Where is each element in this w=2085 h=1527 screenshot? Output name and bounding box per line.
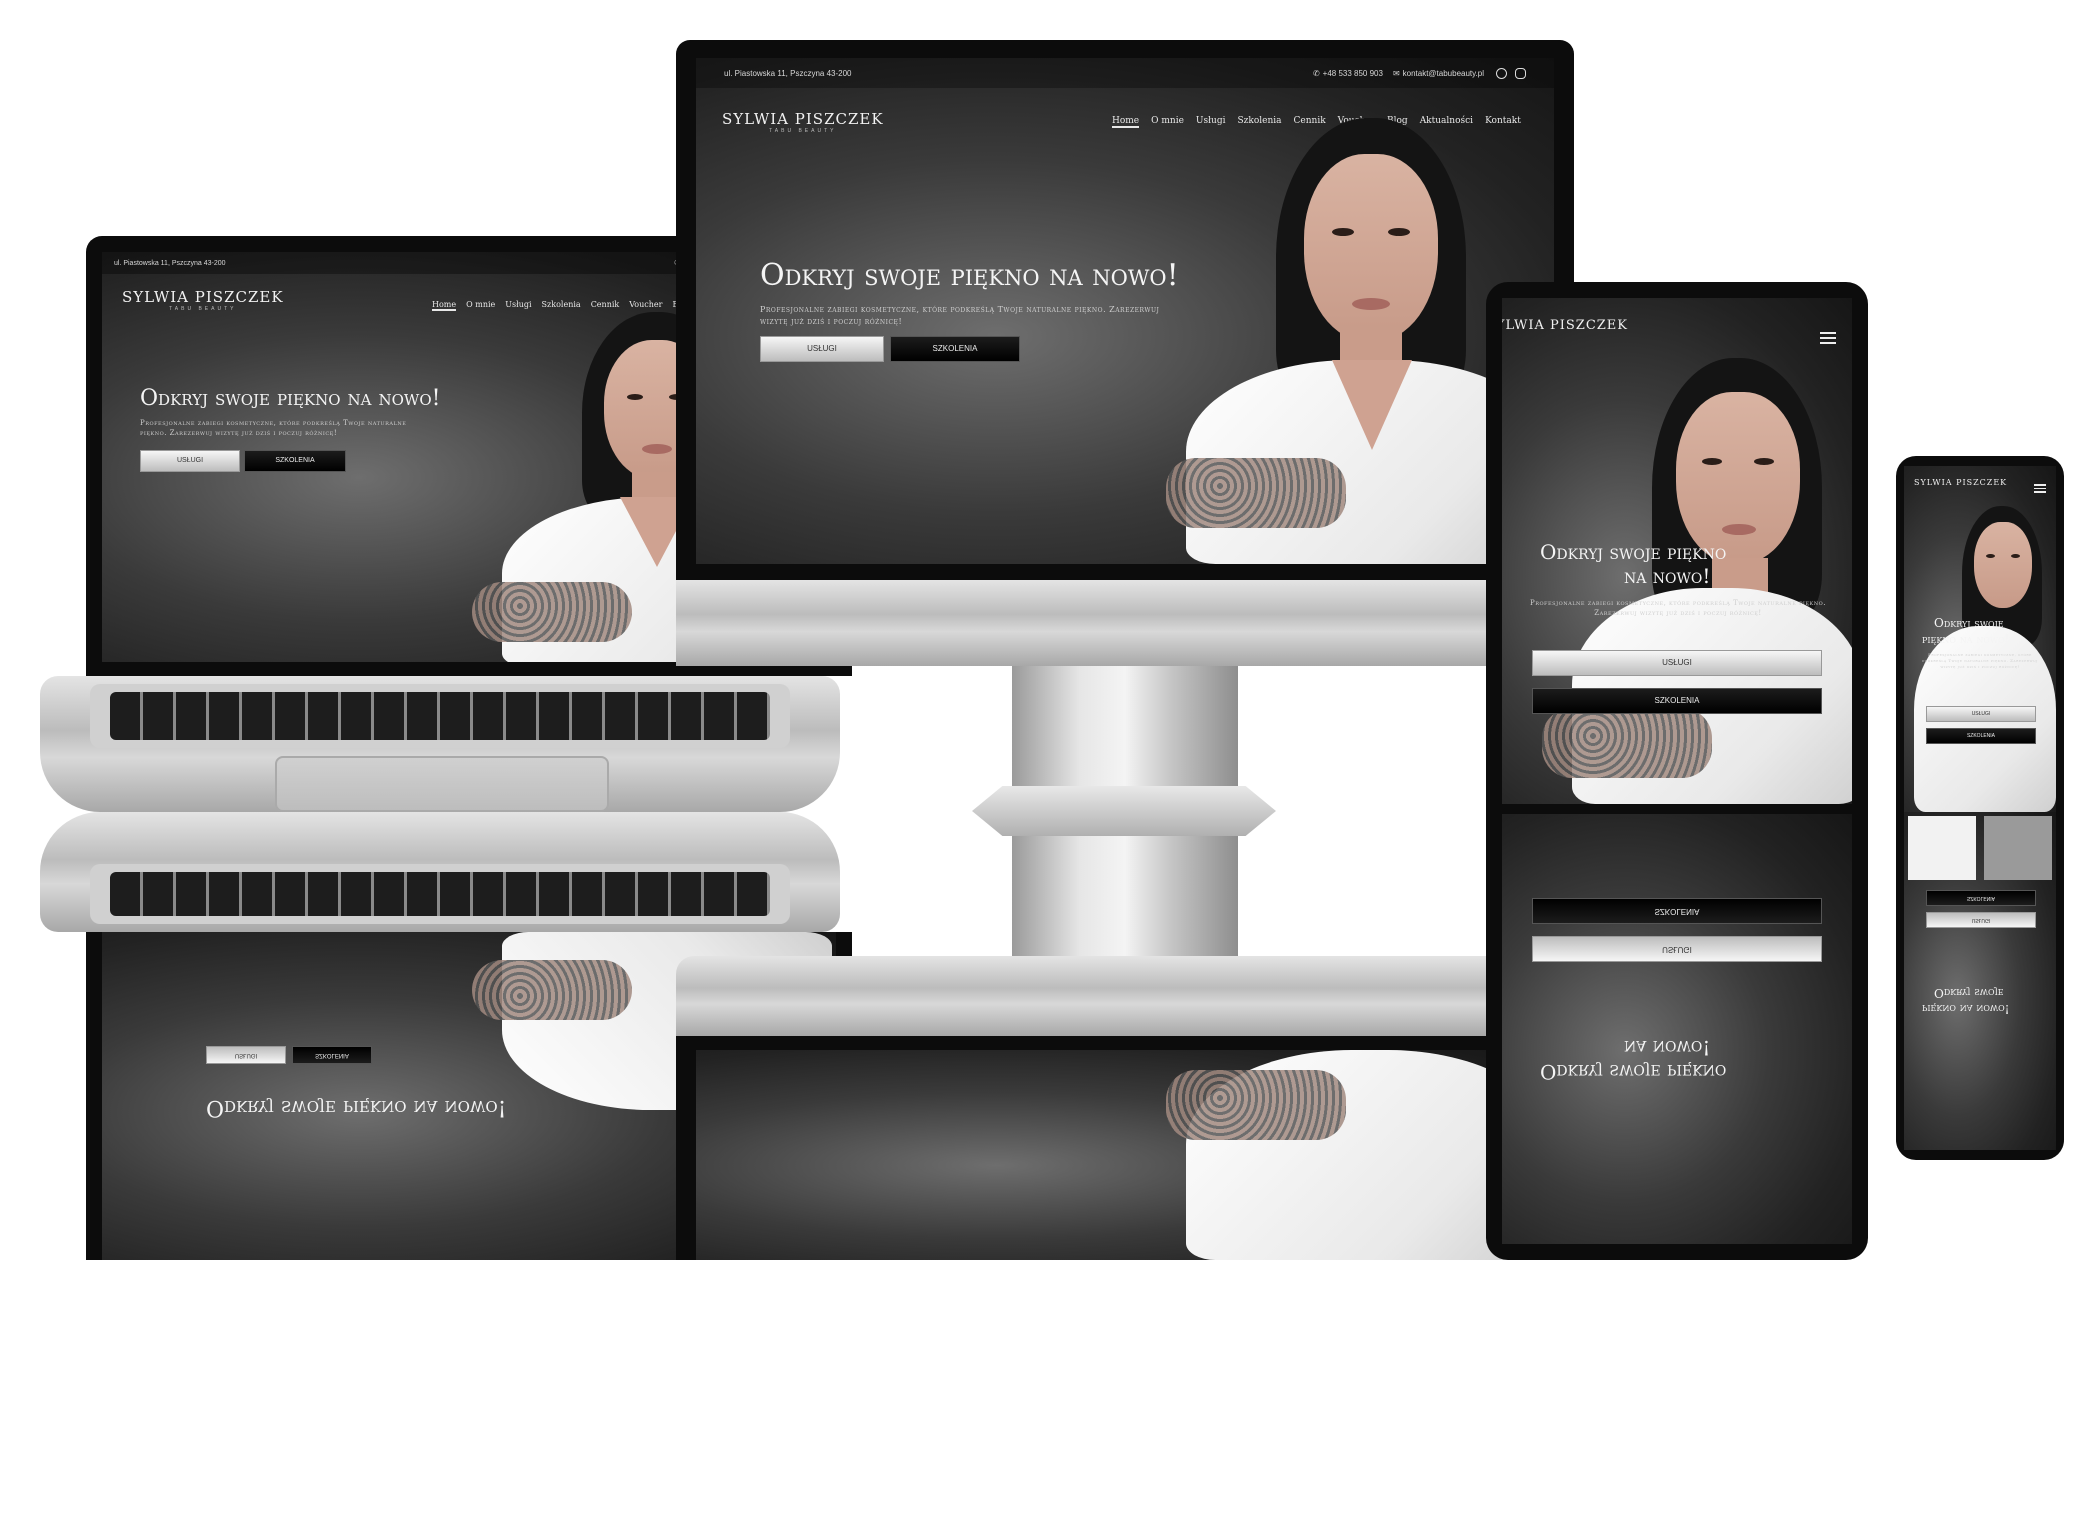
address-text: ul. Piastowska 11, Pszczyna 43-200 xyxy=(114,259,226,267)
nav-training[interactable]: Szkolenia xyxy=(542,300,581,311)
tablet-screen: SYLWIA PISZCZEK Odkryj swoje piękno na n… xyxy=(1502,298,1852,804)
hero-title-line-1: Odkryj swoje xyxy=(1934,616,2004,630)
training-button[interactable]: SZKOLENIA xyxy=(244,450,346,472)
training-button-reflection: SZKOLENIA xyxy=(292,1046,372,1064)
monitor-chin-reflection xyxy=(676,956,1574,1036)
phone-icon: ✆ xyxy=(1312,68,1320,78)
training-button-reflection: SZKOLENIA xyxy=(1926,890,2036,906)
hamburger-menu-icon[interactable] xyxy=(1820,332,1836,344)
services-button-reflection: USŁUGI xyxy=(1532,936,1822,962)
hero-title: Odkryj swoje piękno na nowo! xyxy=(140,386,441,411)
email-link[interactable]: kontakt@tabubeauty.pl xyxy=(1403,69,1484,78)
hero-title-reflection-1: Odkryj swoje piękno xyxy=(1540,1060,1727,1084)
hero-subtitle: Profesjonalne zabiegi kosmetyczne, które… xyxy=(140,419,407,437)
laptop-base xyxy=(40,676,840,812)
training-button-reflection: SZKOLENIA xyxy=(1532,898,1822,924)
training-button[interactable]: SZKOLENIA xyxy=(1532,688,1822,714)
logo[interactable]: SYLWIA PISZCZEK TABU BEAUTY xyxy=(722,110,884,134)
phone-device: SYLWIA PISZCZEK Odkryj swoje piękno na n… xyxy=(1896,456,2064,812)
services-button[interactable]: USŁUGI xyxy=(140,450,240,472)
hamburger-menu-icon[interactable] xyxy=(2034,484,2046,493)
hero-title-reflection-2: na nowo! xyxy=(1624,1036,1711,1060)
nav-pricing[interactable]: Cennik xyxy=(591,300,620,311)
nav-home[interactable]: Home xyxy=(432,300,457,311)
instagram-icon[interactable] xyxy=(1515,67,1526,79)
monitor-stand-foot xyxy=(972,786,1276,836)
services-button[interactable]: USŁUGI xyxy=(1532,650,1822,676)
phone-reflection: SZKOLENIA USŁUGI Odkryj swoje piękno na … xyxy=(1896,812,2064,1160)
hero-title: Odkryj swoje piękno na nowo! xyxy=(760,258,1179,293)
mail-icon: ✉ xyxy=(1392,68,1400,78)
logo[interactable]: SYLWIA PISZCZEK xyxy=(1914,478,2007,487)
phone-link[interactable]: +48 533 850 903 xyxy=(1323,69,1383,78)
services-button-reflection: USŁUGI xyxy=(1926,912,2036,928)
tablet-device: SYLWIA PISZCZEK Odkryj swoje piękno na n… xyxy=(1486,282,1868,806)
facebook-icon[interactable] xyxy=(1496,67,1507,79)
hero-title-line-2: piękno na nowo! xyxy=(1922,632,2010,646)
monitor-chin xyxy=(676,580,1574,666)
training-button[interactable]: SZKOLENIA xyxy=(890,336,1020,362)
hero-subtitle: Profesjonalne zabiegi kosmetyczne, które… xyxy=(1922,652,2038,669)
training-button[interactable]: SZKOLENIA xyxy=(1926,728,2036,744)
nav-services[interactable]: Usługi xyxy=(505,300,531,311)
nav-about[interactable]: O mnie xyxy=(466,300,495,311)
address-text: ul. Piastowska 11, Pszczyna 43-200 xyxy=(724,68,852,78)
monitor-screen-reflection xyxy=(676,1036,1574,1260)
nav-voucher[interactable]: Voucher xyxy=(629,300,662,311)
services-button[interactable]: USŁUGI xyxy=(1926,706,2036,722)
logo[interactable]: SYLWIA PISZCZEK xyxy=(1502,318,1628,333)
hero-title-reflection-1: Odkryj swoje xyxy=(1934,986,2004,1000)
laptop-trackpad xyxy=(275,756,609,812)
hero-title-line-2: na nowo! xyxy=(1624,564,1711,588)
services-button[interactable]: USŁUGI xyxy=(760,336,884,362)
hero-title-line-1: Odkryj swoje piękno xyxy=(1540,540,1727,564)
hero-subtitle: Profesjonalne zabiegi kosmetyczne, które… xyxy=(760,305,1160,326)
hero-subtitle: Profesjonalne zabiegi kosmetyczne, które… xyxy=(1529,599,1826,617)
phone-screen: SYLWIA PISZCZEK Odkryj swoje piękno na n… xyxy=(1904,466,2056,812)
tablet-reflection: SZKOLENIA USŁUGI Odkryj swoje piękno na … xyxy=(1486,806,1868,1260)
desktop-screen: ul. Piastowska 11, Pszczyna 43-200 ✆ +48… xyxy=(696,58,1554,564)
hero-title-reflection-2: piękno na nowo! xyxy=(1922,1002,2010,1016)
logo[interactable]: SYLWIA PISZCZEK TABU BEAUTY xyxy=(122,288,284,312)
laptop-base-reflection xyxy=(40,812,840,932)
services-button-reflection: USŁUGI xyxy=(206,1046,286,1064)
desktop-monitor: ul. Piastowska 11, Pszczyna 43-200 ✆ +48… xyxy=(676,40,1574,580)
